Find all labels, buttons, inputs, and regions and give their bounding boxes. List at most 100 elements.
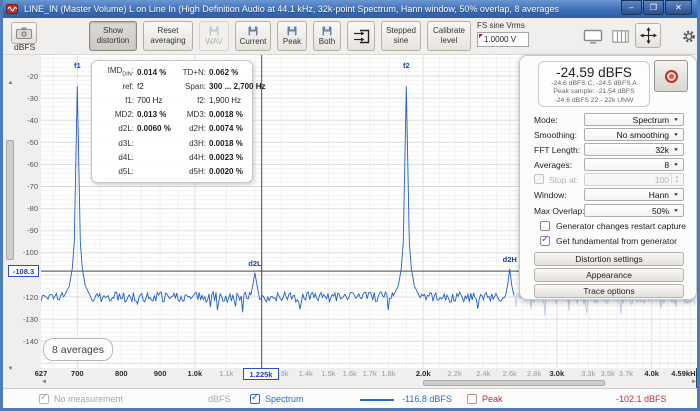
f1-value: 700 Hz (134, 96, 176, 105)
smoothing-dropdown[interactable]: No smoothing ▼ (584, 128, 684, 141)
scroll-right-icon[interactable]: ► (691, 379, 697, 385)
record-button[interactable] (654, 60, 688, 92)
fs-sine-vrms-input[interactable]: 1.0000 V (477, 32, 529, 47)
spinner-arrows-icon[interactable]: ▲▼ (671, 174, 682, 186)
x-axis-tick: 2.6k (503, 369, 517, 378)
spur-label: d2L (248, 259, 261, 268)
max-overlap-dropdown[interactable]: 50% ▼ (584, 204, 684, 217)
x-axis-tick: 1.1k (219, 369, 233, 378)
averages-badge: 8 averages (43, 338, 113, 361)
x-axis-tick: 4.59kHz (671, 369, 699, 378)
pan-move-button[interactable] (635, 23, 661, 48)
f2-label: f2: (176, 96, 206, 105)
panel-layout-button[interactable] (607, 24, 633, 48)
mode-dropdown[interactable]: Spectrum ▼ (584, 113, 684, 126)
gear-icon (682, 29, 696, 44)
averages-dropdown[interactable]: 8 ▼ (584, 158, 684, 171)
spectrum-legend-line (360, 399, 394, 401)
reset-averaging-button[interactable]: Reset averaging (143, 21, 193, 51)
show-distortion-button[interactable]: Show distortion (89, 21, 137, 51)
chevron-down-icon: ▼ (673, 132, 679, 137)
no-measurement-checkbox[interactable]: ✓ (39, 394, 49, 404)
x-axis-tick: 2.4k (476, 369, 490, 378)
x-axis-tick: 2.0k (416, 369, 431, 378)
scroll-down-icon[interactable]: ▼ (5, 366, 16, 372)
save-both-button[interactable]: Both (313, 21, 341, 51)
app-window: LINE_IN (Master Volume) L on Line In (Hi… (0, 0, 700, 411)
scroll-left-icon[interactable]: ◄ (41, 379, 47, 385)
stepped-sine-button[interactable]: Stepped sine (381, 21, 421, 51)
status-bar: ✓ No measurement dBFS ✓ Spectrum -116.8 … (3, 388, 697, 408)
stop-at-spinner[interactable]: 100 ▲▼ (584, 173, 684, 186)
settings-panel: -24.59 dBFS -24.6 dBFS C, -24.5 dBFS A P… (519, 55, 697, 300)
x-axis-tick: 1.0k (188, 369, 203, 378)
ref-value: f2 (134, 82, 176, 91)
minimize-button[interactable]: – (621, 0, 642, 15)
max-overlap-label: Max Overlap: (534, 206, 585, 216)
save-wav-button[interactable]: WAV (199, 21, 229, 51)
generator-restart-checkbox[interactable] (540, 221, 550, 231)
smoothing-label: Smoothing: (534, 130, 577, 140)
peak-label: f2 (403, 61, 410, 70)
calibrate-level-button[interactable]: Calibrate level (427, 21, 471, 51)
ref-label: ref: (96, 82, 134, 91)
loopback-routing-button[interactable] (347, 21, 375, 51)
level-readout: -24.59 dBFS -24.6 dBFS C, -24.5 dBFS A P… (538, 61, 650, 107)
title-bar[interactable]: LINE_IN (Master Volume) L on Line In (Hi… (0, 0, 700, 18)
x-axis-tick: 4.0k (644, 369, 659, 378)
scroll-up-icon[interactable]: ▲ (5, 80, 16, 86)
x-axis-tick: 1.7k (363, 369, 377, 378)
md3-label: MD3: (176, 110, 206, 119)
vertical-scrollbar[interactable]: ▲ ▼ (5, 80, 16, 372)
display-view-button[interactable] (579, 24, 607, 48)
trace-options-button[interactable]: Trace options (534, 284, 684, 298)
dbfs-unit-label: dBFS (208, 394, 231, 404)
no-measurement-label: No measurement (54, 394, 123, 404)
x-axis-tick: 1.4k (299, 369, 313, 378)
get-fundamental-row[interactable]: ✓ Get fundamental from generator (540, 236, 677, 246)
loopback-icon (353, 29, 370, 44)
appearance-button[interactable]: Appearance (534, 268, 684, 282)
x-axis-tick: 1.8k (381, 369, 395, 378)
save-peak-button[interactable]: Peak (277, 21, 307, 51)
d5h-label: d5H: (176, 167, 206, 176)
distortion-settings-button[interactable]: Distortion settings (534, 252, 684, 266)
get-fundamental-checkbox[interactable]: ✓ (540, 236, 550, 246)
horizontal-scrollbar[interactable]: ◄ ► (41, 379, 697, 388)
spectrum-trace-checkbox[interactable]: ✓ (250, 394, 260, 404)
vertical-scrollbar-thumb[interactable] (6, 140, 14, 260)
settings-button[interactable] (679, 24, 699, 48)
horizontal-scrollbar-thumb[interactable] (423, 380, 605, 386)
screenshot-button[interactable] (11, 22, 37, 44)
app-icon (6, 3, 18, 15)
level-readout-band: -24.6 dBFS 22 - 22k UNW (539, 97, 649, 105)
level-readout-peak-sample: Peak sample: -21.54 dBFS (539, 88, 649, 96)
spectrum-cursor-value: -116.8 dBFS (402, 394, 452, 404)
level-readout-weighted: -24.6 dBFS C, -24.5 dBFS A (539, 80, 649, 88)
chevron-down-icon: ▼ (673, 162, 679, 167)
generator-restart-capture-row[interactable]: Generator changes restart capture (540, 221, 686, 231)
move-arrows-icon (640, 27, 657, 44)
window-dropdown[interactable]: Hann ▼ (584, 188, 684, 201)
cursor-db-readout: -108.3 (8, 265, 39, 277)
f1-label: f1: (96, 96, 134, 105)
spectrum-trace-label: Spectrum (265, 394, 304, 404)
fft-length-dropdown[interactable]: 32k ▼ (584, 143, 684, 156)
toolbar: Show distortion Reset averaging WAV Curr… (3, 18, 697, 55)
md2-label: MD2: (96, 110, 134, 119)
f2-value: 1,900 Hz (206, 96, 241, 105)
level-readout-main: -24.59 dBFS (539, 65, 649, 80)
d2l-label: d2L: (96, 124, 134, 133)
d5l-label: d5L: (96, 167, 134, 176)
close-button[interactable]: ✕ (665, 0, 692, 15)
fs-sine-vrms-label: FS sine Vrms (477, 21, 525, 30)
md3-value: 0.0018 % (206, 110, 243, 119)
maximize-button[interactable]: ❐ (643, 0, 664, 15)
x-axis-tick: 2.2k (448, 369, 462, 378)
x-axis-tick: 3.5k (601, 369, 615, 378)
peak-trace-checkbox[interactable] (467, 394, 477, 404)
save-current-button[interactable]: Current (235, 21, 271, 51)
cursor-frequency-readout: 1.225k (243, 368, 279, 380)
fft-length-label: FFT Length: (534, 145, 580, 155)
stop-at-checkbox[interactable] (534, 174, 544, 184)
